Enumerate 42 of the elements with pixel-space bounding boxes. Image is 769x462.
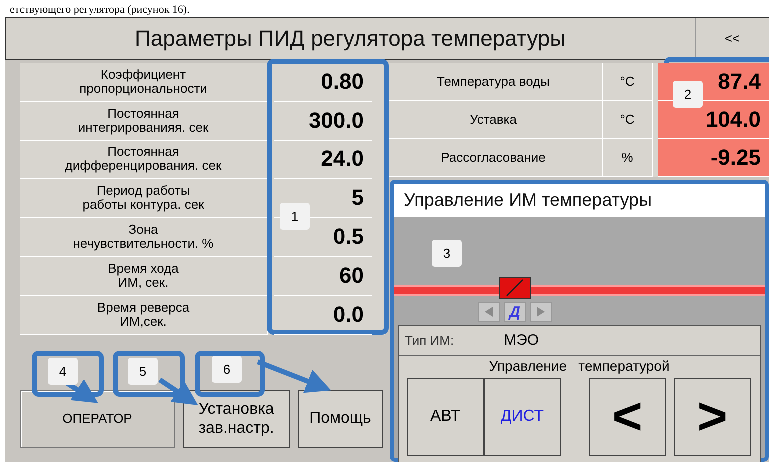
document-text: етствующего регулятора (рисунок 16). bbox=[10, 4, 190, 17]
reading-label: Температура воды bbox=[385, 63, 603, 101]
type-label: Тип ИМ: bbox=[405, 333, 454, 348]
actuator-window-title: Управление ИМ температуры bbox=[394, 184, 765, 217]
parameter-label: Коэффициент пропорциональности bbox=[20, 63, 268, 102]
parameter-value[interactable]: 0.80 bbox=[274, 63, 372, 102]
screen-button[interactable]: Помощь bbox=[298, 390, 383, 448]
reading-value: -9.25 bbox=[658, 139, 769, 177]
mode-button[interactable]: АВТ bbox=[407, 378, 484, 456]
parameter-label: Время реверса ИМ,сек. bbox=[20, 296, 268, 335]
callout-number: 2 bbox=[673, 81, 703, 108]
reading-label: Уставка bbox=[385, 101, 603, 139]
jog-mode-button[interactable]: Д bbox=[504, 302, 526, 322]
screen-button[interactable]: ОПЕРАТОР bbox=[20, 390, 175, 448]
step-button[interactable]: < bbox=[589, 378, 666, 456]
type-value: МЭО bbox=[504, 332, 540, 349]
parameter-value[interactable]: 24.0 bbox=[274, 140, 372, 180]
step-button[interactable]: > bbox=[674, 378, 751, 456]
parameter-label: Постоянная интегрированияя. сек bbox=[20, 102, 268, 141]
valve-icon[interactable] bbox=[499, 277, 531, 299]
parameter-value[interactable]: 300.0 bbox=[274, 102, 372, 141]
parameter-value[interactable]: 60 bbox=[274, 256, 372, 296]
callout-number: 6 bbox=[212, 356, 242, 383]
parameter-value[interactable]: 0.0 bbox=[274, 296, 372, 335]
callout-number: 1 bbox=[280, 203, 310, 230]
control-title: Управление температурой bbox=[488, 357, 671, 376]
reading-unit: °C bbox=[603, 63, 653, 101]
callout-number: 5 bbox=[128, 358, 158, 385]
reading-value: 104.0 bbox=[658, 101, 769, 139]
callout-number: 3 bbox=[432, 240, 462, 267]
reading-unit: °C bbox=[603, 101, 653, 139]
parameter-label: Период работы работы контура. сек bbox=[20, 179, 268, 218]
callout-arrow bbox=[158, 378, 198, 406]
parameter-label: Зона нечувствительности. % bbox=[20, 218, 268, 257]
callout-number: 4 bbox=[48, 358, 78, 385]
reading-label: Рассогласование bbox=[385, 139, 603, 177]
parameter-label: Время хода ИМ, сек. bbox=[20, 256, 268, 296]
reading-unit: % bbox=[603, 139, 653, 177]
mode-button[interactable]: ДИСТ bbox=[484, 378, 561, 456]
parameter-label: Постоянная дифференцирования. сек bbox=[20, 140, 268, 180]
window-title: Параметры ПИД регулятора температуры bbox=[134, 25, 567, 53]
screen-button[interactable]: Установка зав.настр. bbox=[183, 390, 290, 448]
